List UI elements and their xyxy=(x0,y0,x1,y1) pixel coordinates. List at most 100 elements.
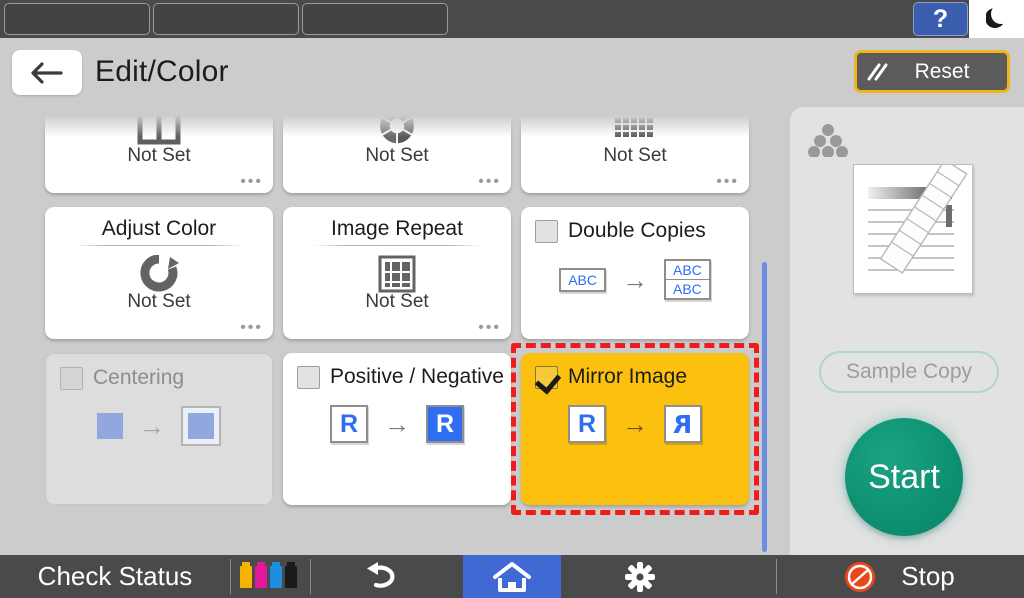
document-stack-icon xyxy=(808,124,848,157)
toner-black-icon xyxy=(285,562,297,588)
card-status: Not Set xyxy=(127,145,191,166)
result-abc-top: ABC xyxy=(666,261,709,280)
start-label: Start xyxy=(868,457,940,496)
sample-copy-label: Sample Copy xyxy=(845,360,973,383)
reset-slashes-icon xyxy=(867,63,888,80)
arrow-icon: → xyxy=(622,264,648,295)
back-button[interactable] xyxy=(12,50,82,95)
card-title: Mirror Image xyxy=(568,365,688,388)
double-copies-checkbox[interactable] xyxy=(535,219,558,243)
source-square xyxy=(97,413,123,439)
color-rotate-icon xyxy=(140,255,179,292)
card-more-icon[interactable]: ••• xyxy=(240,174,263,190)
check-status-label: Check Status xyxy=(37,561,193,591)
result-square xyxy=(188,413,214,439)
arrow-icon: → xyxy=(384,409,410,439)
toner-yellow-icon xyxy=(240,562,252,588)
stop-icon xyxy=(845,561,876,592)
color-wheel-icon xyxy=(378,107,416,145)
positive-negative-checkbox[interactable] xyxy=(297,365,320,389)
tab-strip: ? xyxy=(0,0,1024,38)
gear-icon xyxy=(625,561,655,592)
moon-icon xyxy=(985,8,1008,30)
stop-label: Stop xyxy=(901,561,955,591)
centering-preview: → xyxy=(46,406,272,446)
tab-2[interactable] xyxy=(153,3,299,35)
source-abc-box: ABC xyxy=(559,267,606,292)
help-button[interactable]: ? xyxy=(913,2,968,36)
undo-button[interactable] xyxy=(345,555,425,598)
result-abc-stack: ABC ABC xyxy=(664,259,711,300)
arrow-icon: → xyxy=(139,411,165,441)
start-button[interactable]: Start xyxy=(845,418,963,536)
card-title: Double Copies xyxy=(568,219,706,242)
card-double-copies[interactable]: Double Copies ABC → ABC ABC xyxy=(521,207,749,339)
reset-button[interactable]: Reset xyxy=(854,50,1010,93)
stop-glyph xyxy=(848,564,873,589)
reset-label: Reset xyxy=(914,59,970,83)
document-preview-image xyxy=(853,164,973,294)
job-preview-panel: Sample Copy Start xyxy=(790,107,1024,555)
mirror-image-checkbox[interactable] xyxy=(535,365,558,389)
card-two-page[interactable]: Not Set ••• xyxy=(45,107,273,193)
bottom-status-bar: Check Status Stop xyxy=(0,555,1024,598)
card-more-icon[interactable]: ••• xyxy=(478,320,501,336)
card-more-icon[interactable]: ••• xyxy=(478,174,501,190)
source-r-tile: R xyxy=(330,405,368,443)
check-status-button[interactable]: Check Status xyxy=(0,555,230,598)
settings-button[interactable] xyxy=(600,555,680,598)
double-copies-checkbox-row[interactable]: Double Copies xyxy=(535,219,706,243)
card-status: Not Set xyxy=(127,291,191,312)
positive-negative-checkbox-row[interactable]: Positive / Negative xyxy=(297,365,504,389)
printer-touch-panel: ? Edit/Color Reset Not Set ••• Not Set •… xyxy=(0,0,1024,598)
mirror-image-preview: R → R xyxy=(521,405,749,443)
result-r-tile-mirrored: R xyxy=(664,405,702,443)
card-adjust-color[interactable]: Adjust Color Not Set ••• xyxy=(45,207,273,339)
home-button[interactable] xyxy=(463,555,561,598)
centering-checkbox xyxy=(60,366,83,390)
toner-magenta-icon xyxy=(255,562,267,588)
vertical-scrollbar[interactable] xyxy=(762,262,767,552)
tab-3[interactable] xyxy=(302,3,448,35)
card-image-repeat[interactable]: Image Repeat Not Set ••• xyxy=(283,207,511,339)
settings-grid: Not Set ••• Not Set ••• Not Set ••• Adju… xyxy=(0,107,786,555)
back-arrow-icon xyxy=(31,61,63,84)
card-status: Not Set xyxy=(365,291,429,312)
card-color-balance[interactable]: Not Set ••• xyxy=(283,107,511,193)
help-label: ? xyxy=(932,4,949,33)
card-status: Not Set xyxy=(365,145,429,166)
undo-arrow-icon xyxy=(367,561,395,588)
sample-copy-button[interactable]: Sample Copy xyxy=(819,351,999,393)
result-r-tile-inverted: R xyxy=(426,405,464,443)
stop-button[interactable]: Stop xyxy=(776,555,1024,598)
tab-1[interactable] xyxy=(4,3,150,35)
result-framed-square xyxy=(181,406,221,446)
card-title: Adjust Color xyxy=(45,217,273,246)
card-mirror-image[interactable]: Mirror Image R → R xyxy=(521,353,749,505)
grid-3x3-icon xyxy=(378,255,416,293)
card-more-icon[interactable]: ••• xyxy=(716,174,739,190)
mirrored-letter: R xyxy=(673,409,693,439)
card-title: Centering xyxy=(93,366,185,389)
card-title: Image Repeat xyxy=(283,217,511,246)
toner-cyan-icon xyxy=(270,562,282,588)
centering-checkbox-row: Centering xyxy=(60,366,184,390)
card-background-pattern[interactable]: Not Set ••• xyxy=(521,107,749,193)
card-positive-negative[interactable]: Positive / Negative R → R xyxy=(283,353,511,505)
sleep-mode-button[interactable] xyxy=(969,0,1024,38)
two-page-columns-icon xyxy=(137,111,181,145)
halftone-grid-icon xyxy=(615,111,653,137)
divider xyxy=(310,559,311,594)
page-title: Edit/Color xyxy=(95,55,229,88)
divider xyxy=(230,559,231,594)
positive-negative-preview: R → R xyxy=(283,405,511,443)
result-abc-bottom: ABC xyxy=(673,281,702,297)
card-status: Not Set xyxy=(603,145,667,166)
toner-level-indicator[interactable] xyxy=(240,562,297,588)
double-copies-preview: ABC → ABC ABC xyxy=(521,259,749,300)
card-title: Positive / Negative xyxy=(330,365,504,388)
home-icon xyxy=(493,561,531,592)
source-r-tile: R xyxy=(568,405,606,443)
card-more-icon[interactable]: ••• xyxy=(240,320,263,336)
mirror-image-checkbox-row[interactable]: Mirror Image xyxy=(535,365,687,389)
